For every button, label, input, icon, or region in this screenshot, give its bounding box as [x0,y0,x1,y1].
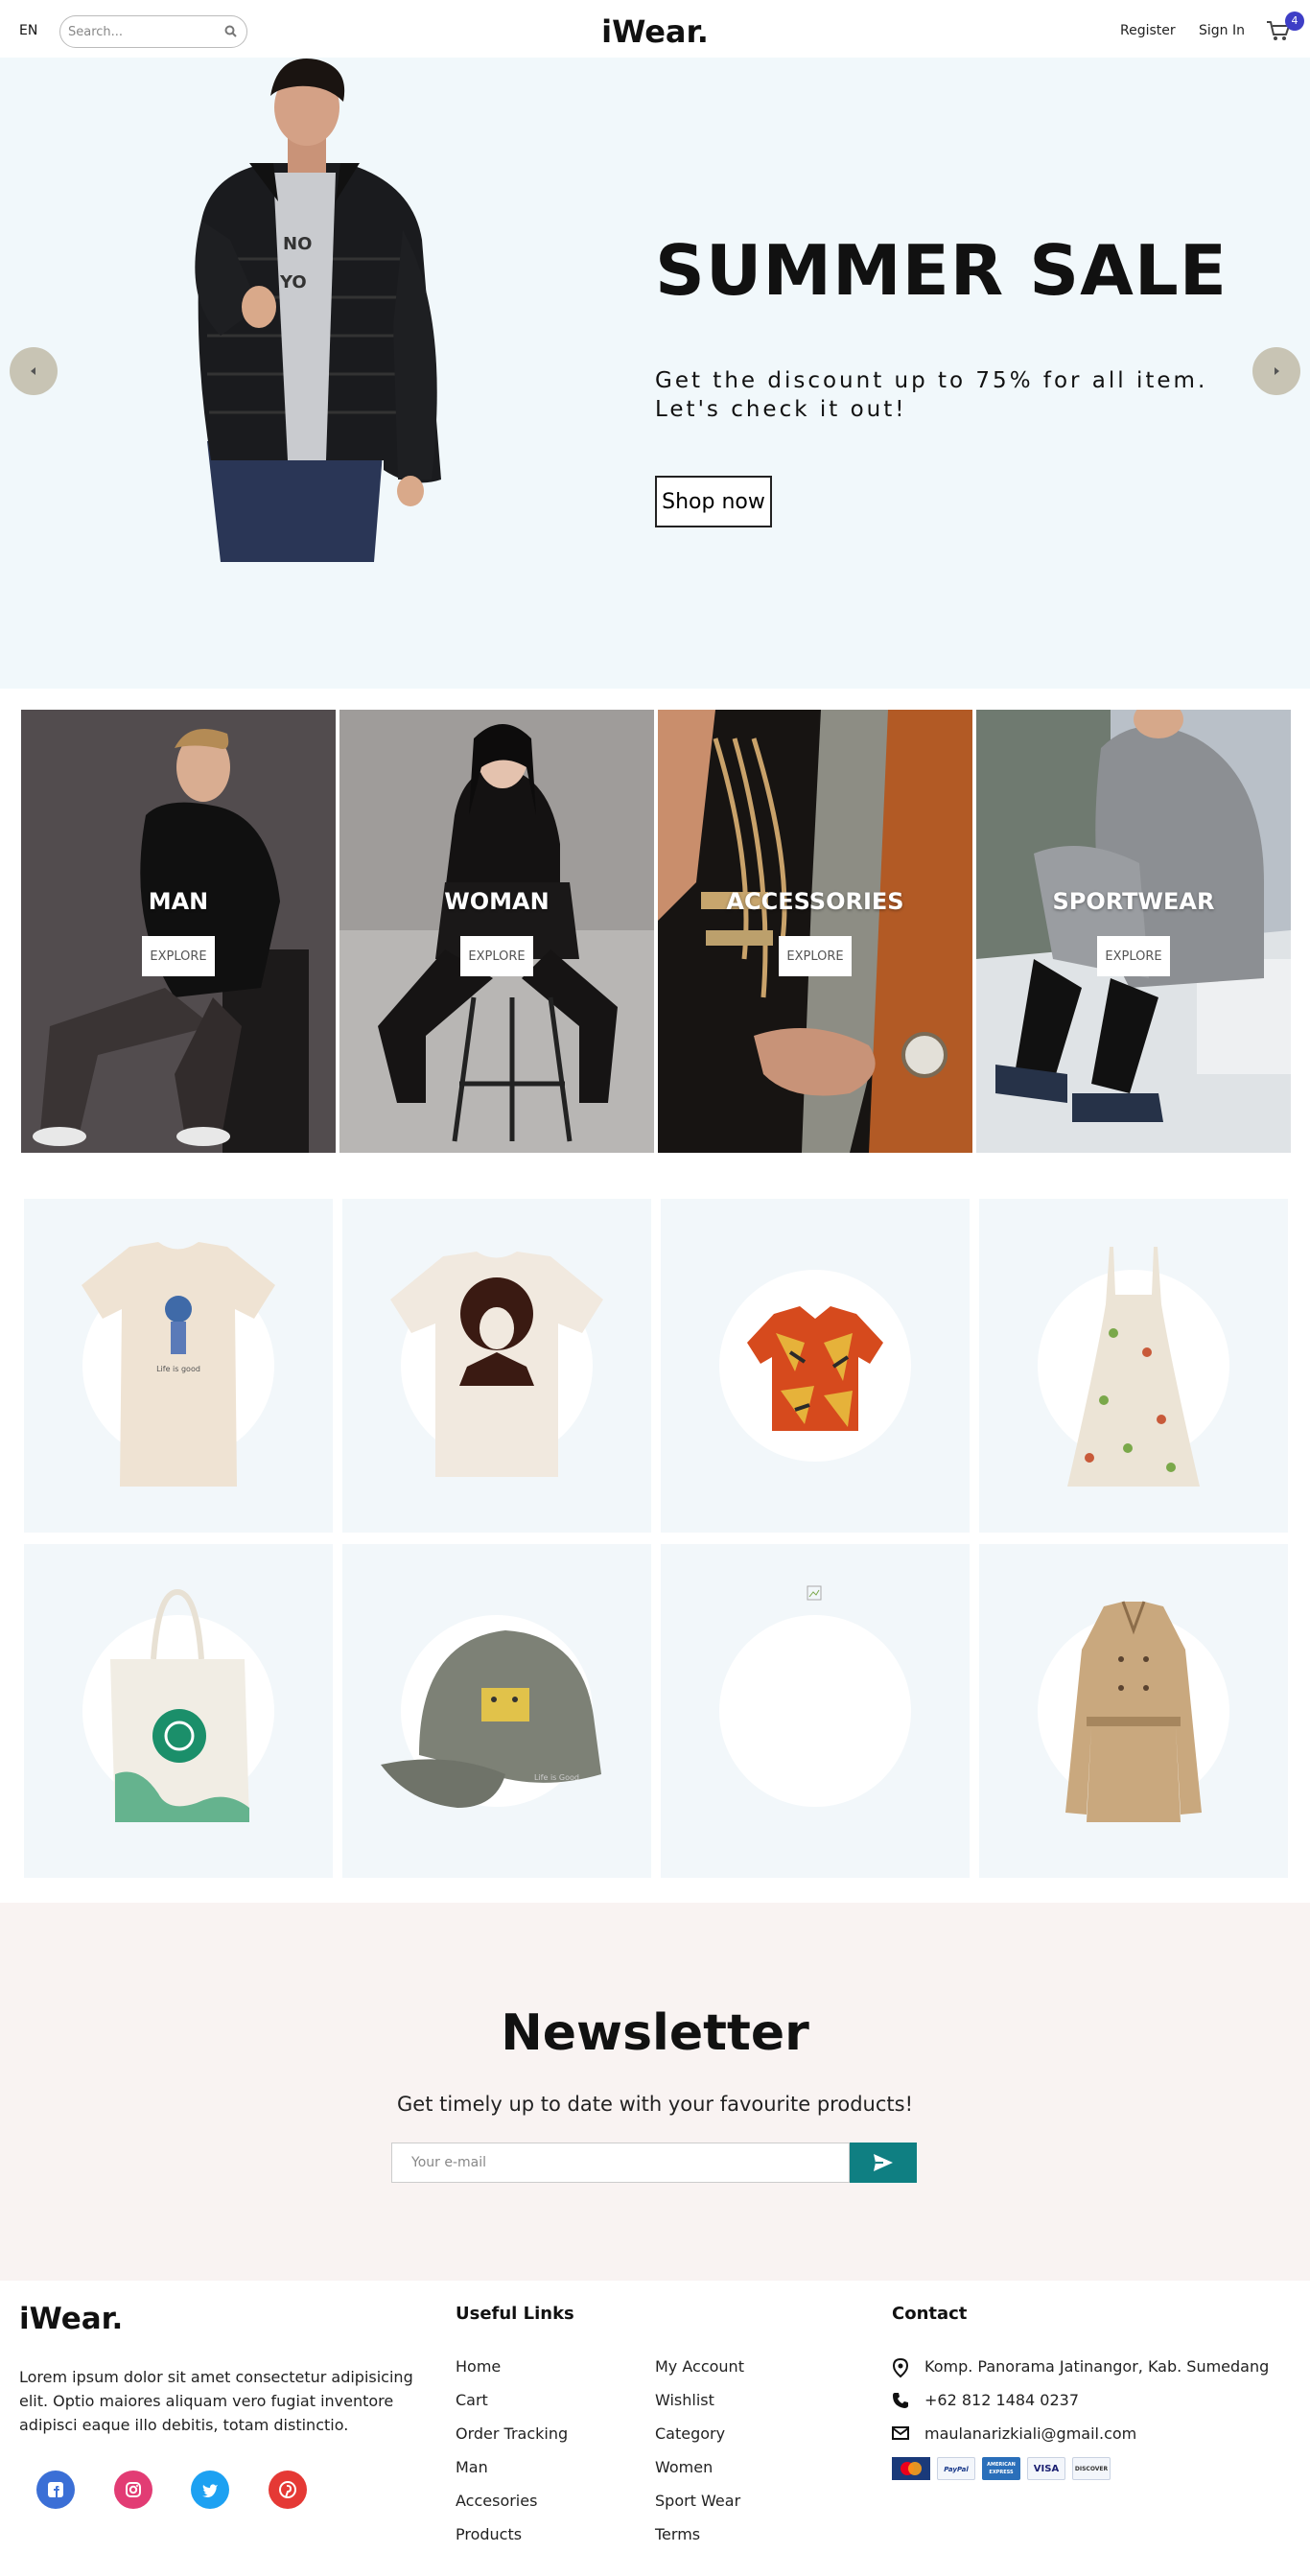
carousel-next-button[interactable] [1252,347,1300,395]
discover-logo: DISCOVER [1072,2457,1111,2480]
newsletter-subtitle: Get timely up to date with your favourit… [397,2093,913,2116]
category-woman-image [339,710,654,1153]
site-logo[interactable]: iWear. [601,13,709,50]
svg-text:Life is Good: Life is Good [534,1773,579,1782]
newsletter-section: Newsletter Get timely up to date with yo… [0,1903,1310,2281]
explore-sportwear-button[interactable]: EXPLORE [1097,936,1170,976]
phone-icon [893,2393,908,2408]
footer-link-wishlist[interactable]: Wishlist [655,2391,714,2409]
newsletter-submit-button[interactable] [850,2143,917,2183]
visa-logo: VISA [1027,2457,1065,2480]
category-accessories-image [658,710,972,1153]
product-image-tote-bag [110,1588,249,1822]
language-selector[interactable]: EN [19,23,37,38]
category-sportwear-image [976,710,1291,1153]
category-sportwear-label: SPORTWEAR [1052,888,1215,915]
product-image-hawaiian-shirt [747,1306,883,1431]
footer-link-products[interactable]: Products [456,2525,522,2543]
pinterest-button[interactable] [269,2471,307,2509]
category-man-label: MAN [148,888,209,915]
svg-text:NO: NO [283,234,312,254]
carousel-prev-button[interactable] [10,347,58,395]
footer-link-category[interactable]: Category [655,2424,725,2443]
footer-link-women[interactable]: Women [655,2458,713,2476]
amex-logo: AMERICAN EXPRESS [982,2457,1020,2480]
explore-woman-button[interactable]: EXPLORE [460,936,533,976]
svg-text:Life is good: Life is good [156,1365,200,1373]
search-icon[interactable] [223,24,239,39]
category-man-image [21,710,336,1153]
footer-link-order-tracking[interactable]: Order Tracking [456,2424,568,2443]
contact-phone-text: +62 812 1484 0237 [924,2391,1079,2409]
product-image-t-shirt-guitar: Life is good [82,1242,275,1487]
hero-subtitle: Get the discount up to 75% for all item.… [655,368,1208,422]
location-pin-icon [892,2358,909,2377]
explore-man-button[interactable]: EXPLORE [142,936,215,976]
broken-image-icon [807,1585,822,1601]
newsletter-email-input[interactable] [391,2143,850,2183]
footer-link-sport-wear[interactable]: Sport Wear [655,2492,740,2510]
product-image-floral-dress [1067,1247,1200,1487]
product-card-cap[interactable]: Life is Good [342,1544,651,1878]
category-accessories-label: ACCESSORIES [726,888,904,915]
facebook-icon [48,2482,63,2497]
hero-title: SUMMER SALE [655,230,1228,311]
product-card-broken-image[interactable] [661,1544,970,1878]
footer-link-cart[interactable]: Cart [456,2391,488,2409]
contact-heading: Contact [892,2304,968,2324]
shop-now-button[interactable]: Shop now [655,476,772,527]
explore-accessories-button[interactable]: EXPLORE [779,936,852,976]
newsletter-title: Newsletter [501,2004,809,2062]
instagram-button[interactable] [114,2471,152,2509]
footer-link-terms[interactable]: Terms [655,2525,700,2543]
hero-model-image: NO YO [195,59,441,562]
footer-description: Lorem ipsum dolor sit amet consectetur a… [19,2368,413,2434]
twitter-icon [202,2484,218,2497]
search-box [59,15,247,48]
hero-banner: NO YO SUMMER SALE Get the discount up to… [0,58,1310,689]
product-image-t-shirt-portrait [390,1252,603,1477]
product-image-trench-coat [1065,1601,1202,1822]
product-card-tote-bag[interactable] [24,1544,333,1878]
footer-logo[interactable]: iWear. [19,2302,123,2336]
cart-count-badge: 4 [1285,12,1304,31]
twitter-button[interactable] [191,2471,229,2509]
category-card-accessories[interactable]: ACCESSORIES EXPLORE [658,710,972,1153]
category-woman-label: WOMAN [444,888,550,915]
mastercard-logo [892,2457,930,2480]
footer-link-my-account[interactable]: My Account [655,2357,744,2376]
product-card-hawaiian-shirt[interactable] [661,1199,970,1533]
svg-text:YO: YO [279,272,307,293]
chevron-left-icon [31,367,35,375]
paypal-logo: PayPal [937,2457,975,2480]
chevron-right-icon [1275,367,1279,375]
product-card-floral-dress[interactable] [979,1199,1288,1533]
site-footer: iWear. Lorem ipsum dolor sit amet consec… [0,2281,1310,2576]
contact-address-text: Komp. Panorama Jatinangor, Kab. Sumedang [924,2357,1270,2376]
sign-in-link[interactable]: Sign In [1199,23,1245,38]
product-card-t-shirt-guitar[interactable]: Life is good [24,1199,333,1533]
send-icon [874,2154,893,2171]
pinterest-icon [279,2481,296,2498]
footer-link-home[interactable]: Home [456,2357,501,2376]
mail-icon [892,2426,909,2440]
category-card-man[interactable]: MAN EXPLORE [21,710,336,1153]
search-input[interactable] [68,22,212,41]
contact-email-text[interactable]: maulanarizkiali@gmail.com [924,2424,1136,2443]
register-link[interactable]: Register [1120,23,1176,38]
facebook-button[interactable] [36,2471,75,2509]
footer-link-man[interactable]: Man [456,2458,488,2476]
product-card-t-shirt-portrait[interactable] [342,1199,651,1533]
footer-link-accesories[interactable]: Accesories [456,2492,537,2510]
category-card-woman[interactable]: WOMAN EXPLORE [339,710,654,1153]
product-card-trench-coat[interactable] [979,1544,1288,1878]
instagram-icon [126,2482,141,2497]
useful-links-heading: Useful Links [456,2304,574,2324]
site-header: EN iWear. Register Sign In 4 [0,0,1310,58]
product-image-cap: Life is Good [381,1630,601,1808]
category-card-sportwear[interactable]: SPORTWEAR EXPLORE [976,710,1291,1153]
mastercard-icon [892,2457,930,2480]
